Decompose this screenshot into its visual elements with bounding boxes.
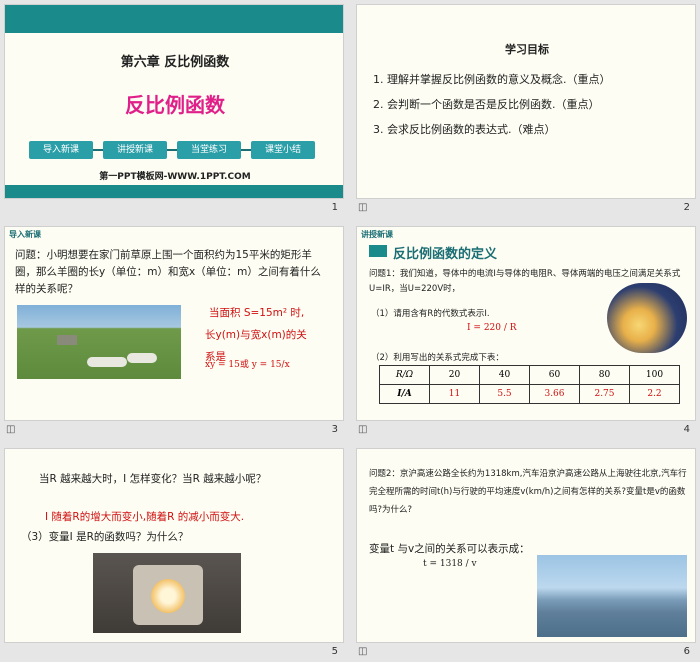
slide-4-footer: ◫ 4 <box>356 422 696 440</box>
nav-arrow <box>93 149 103 151</box>
slide-icon: ◫ <box>358 424 368 435</box>
student-illustration <box>607 283 687 353</box>
slide-6[interactable]: 问题2：京沪高速公路全长约为1318km,汽车沿京沪高速公路从上海驶往北京,汽车… <box>356 448 696 643</box>
line-2: I 随着R的增大而变小,随着R 的减小而变大. <box>45 511 245 523</box>
slide-title: 反比例函数 <box>125 93 225 117</box>
slide-number: 2 <box>683 202 690 213</box>
nav-arrow <box>241 149 251 151</box>
lamp-glow <box>151 579 185 613</box>
site-label: 第一PPT模板网-WWW.1PPT.COM <box>99 172 251 182</box>
nav-teach[interactable]: 讲授新课 <box>103 141 167 159</box>
bottom-bar <box>5 185 343 198</box>
table-cell: 2.75 <box>579 384 630 404</box>
table-row: I/A 11 5.5 3.66 2.75 2.2 <box>379 384 680 404</box>
slide-1[interactable]: 第六章 反比例函数 反比例函数 导入新课 讲授新课 当堂练习 课堂小结 第一PP… <box>4 4 344 199</box>
slide-3[interactable]: 导入新课 问题：小明想要在家门前草原上围一个面积约为15平米的矩形羊圈，那么羊圈… <box>4 226 344 421</box>
table-cell: 20 <box>429 365 480 385</box>
slide-5-footer: 5 <box>4 644 344 662</box>
pasture-photo <box>17 305 181 379</box>
section-marker <box>369 245 387 257</box>
answer-line-1: 当面积 S=15m² 时, <box>209 307 305 319</box>
slide-4[interactable]: 讲授新课 反比例函数的定义 问题1：我们知道，导体中的电流I与导体的电阻R、导体… <box>356 226 696 421</box>
table-cell: 80 <box>579 365 630 385</box>
nav-intro[interactable]: 导入新课 <box>29 141 93 159</box>
barn-shape <box>57 335 77 345</box>
goal-1: 1. 理解并掌握反比例函数的意义及概念.（重点） <box>373 73 611 86</box>
table-cell: 40 <box>479 365 530 385</box>
table-cell: 100 <box>629 365 680 385</box>
highway-photo <box>537 555 687 637</box>
line-1: 当R 越来越大时，I 怎样变化？当R 越来越小呢？ <box>39 473 267 485</box>
sub-question-1: （1）请用含有R的代数式表示I. <box>371 309 490 319</box>
question-text: 问题2：京沪高速公路全长约为1318km,汽车沿京沪高速公路从上海驶往北京,汽车… <box>369 469 687 515</box>
table-cell: 2.2 <box>629 384 680 404</box>
table-cell: 60 <box>529 365 580 385</box>
goal-2: 2. 会判断一个函数是否是反比例函数.（重点） <box>373 98 600 111</box>
answer-line-2: 长y(m)与宽x(m)的关 <box>205 329 307 341</box>
lamp-body <box>133 565 203 625</box>
answer-formula: xy = 15或 y = 15/x <box>205 360 290 370</box>
section-tag: 导入新课 <box>9 230 41 239</box>
question-text: 问题：小明想要在家门前草原上围一个面积约为15平米的矩形羊圈，那么羊圈的长y（单… <box>15 249 321 295</box>
nav-arrow <box>167 149 177 151</box>
sheep-shape <box>127 353 157 363</box>
section-tag: 讲授新课 <box>361 230 393 239</box>
slide-5[interactable]: 当R 越来越大时，I 怎样变化？当R 越来越小呢？ I 随着R的增大而变小,随着… <box>4 448 344 643</box>
slide-number: 6 <box>683 646 690 657</box>
slide-icon: ◫ <box>358 202 368 213</box>
line-3: （3）变量I 是R的函数吗？为什么？ <box>21 531 189 543</box>
nav-summary[interactable]: 课堂小结 <box>251 141 315 159</box>
formula-t: t = 1318 / v <box>423 559 477 569</box>
chapter-title: 第六章 反比例函数 <box>120 55 230 70</box>
heading: 学习目标 <box>505 43 549 56</box>
slide-3-footer: ◫ 3 <box>4 422 344 440</box>
lamp-photo <box>93 553 241 633</box>
formula-I: I = 220 / R <box>467 323 517 333</box>
title-bar <box>5 5 343 33</box>
table-cell: I/A <box>379 384 430 404</box>
slide-1-footer: 1 <box>4 200 344 218</box>
slide-2-footer: ◫ 2 <box>356 200 696 218</box>
section-title: 反比例函数的定义 <box>393 247 498 262</box>
slide-icon: ◫ <box>358 646 368 657</box>
relation-text: 变量t 与v之间的关系可以表示成： <box>369 543 530 555</box>
nav-practice[interactable]: 当堂练习 <box>177 141 241 159</box>
slide-number: 4 <box>683 424 690 435</box>
slide-number: 3 <box>331 424 338 435</box>
table-cell: R/Ω <box>379 365 430 385</box>
slide-number: 1 <box>331 202 338 213</box>
slide-2[interactable]: 学习目标 1. 理解并掌握反比例函数的意义及概念.（重点） 2. 会判断一个函数… <box>356 4 696 199</box>
table-cell: 5.5 <box>479 384 530 404</box>
sub-question-2: （2）利用写出的关系式完成下表： <box>371 353 504 363</box>
sheep-shape <box>87 357 127 367</box>
table-cell: 3.66 <box>529 384 580 404</box>
slide-6-footer: ◫ 6 <box>356 644 696 662</box>
table-header-row: R/Ω 20 40 60 80 100 <box>379 365 680 385</box>
table-cell: 11 <box>429 384 480 404</box>
slide-number: 5 <box>331 646 338 657</box>
value-table: R/Ω 20 40 60 80 100 I/A 11 5.5 3.66 2.75… <box>379 365 680 404</box>
slide-icon: ◫ <box>6 424 16 435</box>
goal-3: 3. 会求反比例函数的表达式.（难点） <box>373 123 556 136</box>
